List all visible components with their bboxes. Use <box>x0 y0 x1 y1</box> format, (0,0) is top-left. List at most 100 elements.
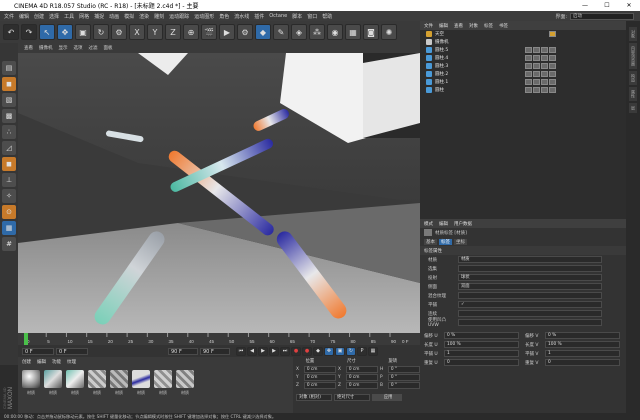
maximize-button[interactable]: ☐ <box>596 2 618 9</box>
subtab-tag[interactable]: 标签 <box>439 238 452 245</box>
material-tag-icon[interactable] <box>533 63 540 69</box>
material-tag-icon[interactable] <box>541 79 548 85</box>
y-axis-icon[interactable]: Y <box>147 24 163 40</box>
move-tool-icon[interactable]: ✥ <box>57 24 73 40</box>
viewport-menu-view[interactable]: 查看 <box>24 45 33 51</box>
attribute-field[interactable] <box>458 292 602 299</box>
viewport-menu-cameras[interactable]: 摄像机 <box>39 45 53 51</box>
render-settings-icon[interactable]: ⚙ <box>237 24 253 40</box>
om-menu-bookmarks[interactable]: 书签 <box>499 23 508 29</box>
object-row[interactable]: 天空 <box>420 30 626 38</box>
attribute-field[interactable] <box>458 319 602 326</box>
prev-key-icon[interactable]: ◀ <box>247 346 257 356</box>
om-menu-view[interactable]: 查看 <box>454 23 463 29</box>
material-swatch[interactable]: 材质 <box>110 370 128 396</box>
position-z-field[interactable]: 0 cm <box>303 381 336 389</box>
subtab-basic[interactable]: 基本 <box>424 238 437 245</box>
om-menu-file[interactable]: 文件 <box>424 23 433 29</box>
position-y-field[interactable]: 0 cm <box>303 373 336 381</box>
side-tab-structure[interactable]: 构造 <box>629 71 637 85</box>
uv-param-field[interactable]: 0 % <box>444 332 519 339</box>
object-row[interactable]: 摄像机 <box>420 38 626 46</box>
points-mode-icon[interactable]: ∴ <box>2 125 16 139</box>
side-tab-objects[interactable]: 对象 <box>629 27 637 41</box>
material-tag-icon[interactable] <box>541 47 548 53</box>
object-row[interactable]: 圆柱.3 <box>420 62 626 70</box>
menu-render[interactable]: 渲染 <box>139 13 149 20</box>
material-tag-icon[interactable] <box>525 71 532 77</box>
menu-simulate[interactable]: 模拟 <box>124 13 134 20</box>
menu-mograph[interactable]: 运动图形 <box>194 13 214 20</box>
uv-param-field[interactable]: 1 <box>444 350 519 357</box>
object-row[interactable]: 圆柱.2 <box>420 70 626 78</box>
size-mode-dropdown[interactable]: 绝对尺寸 <box>334 393 370 401</box>
recent-tool-icon[interactable]: ⚙ <box>111 24 127 40</box>
menu-create[interactable]: 创建 <box>34 13 44 20</box>
array-icon[interactable]: ⁂ <box>309 24 325 40</box>
object-row[interactable]: 圆柱.1 <box>420 78 626 86</box>
start-frame-field[interactable]: 0 F <box>22 347 54 355</box>
material-tag-icon[interactable] <box>525 47 532 53</box>
redo-button[interactable]: ↷ <box>21 24 37 40</box>
menu-sculpt[interactable]: 雕刻 <box>154 13 164 20</box>
z-axis-icon[interactable]: Z <box>165 24 181 40</box>
material-tag-icon[interactable] <box>533 47 540 53</box>
uv-param-field[interactable]: 1 <box>545 350 620 357</box>
material-tag-icon[interactable] <box>549 47 556 53</box>
enable-axis-icon[interactable]: ⊥ <box>2 173 16 187</box>
edges-mode-icon[interactable]: ◿ <box>2 141 16 155</box>
material-swatch[interactable]: 材质 <box>154 370 172 396</box>
max-frame-field[interactable]: 90 F <box>200 347 230 355</box>
attr-menu-mode[interactable]: 模式 <box>424 221 433 227</box>
material-tag-icon[interactable] <box>533 55 540 61</box>
move-key-icon[interactable]: ✥ <box>324 346 334 356</box>
grid-icon[interactable]: # <box>2 237 16 251</box>
material-swatch[interactable]: 材质 <box>88 370 106 396</box>
material-tag-icon[interactable] <box>541 71 548 77</box>
size-z-field[interactable]: 0 cm <box>345 381 378 389</box>
menu-octane[interactable]: Octane <box>269 13 287 19</box>
x-axis-icon[interactable]: X <box>129 24 145 40</box>
render-view-icon[interactable]: 🎬 <box>201 24 217 40</box>
attribute-field[interactable]: 材质 <box>458 256 602 263</box>
workplane-lock-icon[interactable]: ▦ <box>2 221 16 235</box>
material-tag-icon[interactable] <box>525 79 532 85</box>
uv-param-field[interactable]: 100 % <box>545 341 620 348</box>
rotation-h-field[interactable]: 0 ° <box>387 365 420 373</box>
menu-script[interactable]: 脚本 <box>292 13 302 20</box>
goto-start-icon[interactable]: ⏮ <box>236 346 246 356</box>
material-swatch[interactable]: 材质 <box>132 370 150 396</box>
material-tag-icon[interactable] <box>533 87 540 93</box>
material-tag-icon[interactable] <box>533 71 540 77</box>
uv-param-field[interactable]: 0 % <box>545 332 620 339</box>
end-frame-field[interactable]: 90 F <box>168 347 198 355</box>
viewport-menu-filter[interactable]: 过滤 <box>89 45 98 51</box>
attr-menu-edit[interactable]: 编辑 <box>439 221 448 227</box>
object-row[interactable]: 圆柱.5 <box>420 46 626 54</box>
uv-param-field[interactable]: 100 % <box>444 341 519 348</box>
material-tag-icon[interactable] <box>525 87 532 93</box>
viewport-menu-panel[interactable]: 面板 <box>104 45 113 51</box>
size-x-field[interactable]: 0 cm <box>345 365 378 373</box>
viewport-menu-options[interactable]: 选项 <box>74 45 83 51</box>
snap-icon[interactable]: ⊙ <box>2 205 16 219</box>
rotate-tool-icon[interactable]: ↻ <box>93 24 109 40</box>
tweak-icon[interactable]: ✧ <box>2 189 16 203</box>
position-x-field[interactable]: 0 cm <box>303 365 336 373</box>
timeline-window-icon[interactable]: ▦ <box>368 346 378 356</box>
menu-file[interactable]: 文件 <box>4 13 14 20</box>
attribute-field[interactable]: 双面 <box>458 283 602 290</box>
pen-icon[interactable]: ✎ <box>273 24 289 40</box>
light-icon[interactable]: ✺ <box>381 24 397 40</box>
material-tag-icon[interactable] <box>549 79 556 85</box>
texture-mode-icon[interactable]: ▧ <box>2 93 16 107</box>
uv-param-field[interactable]: 0 <box>545 359 620 366</box>
object-row[interactable]: 圆柱.4 <box>420 54 626 62</box>
material-menu-function[interactable]: 功能 <box>52 359 61 365</box>
object-row[interactable]: 圆柱 <box>420 86 626 94</box>
material-tag-icon[interactable] <box>541 63 548 69</box>
material-tag-icon[interactable] <box>549 87 556 93</box>
material-tag-icon[interactable] <box>541 55 548 61</box>
rotation-b-field[interactable]: 0 ° <box>387 381 420 389</box>
material-tag-icon[interactable] <box>549 63 556 69</box>
